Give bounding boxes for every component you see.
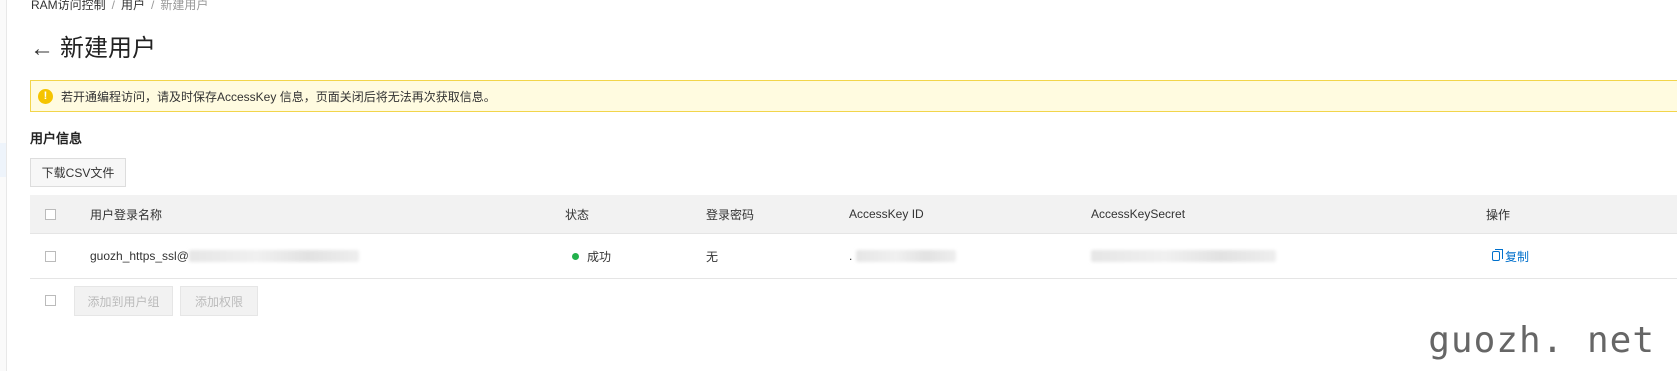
column-header-accesskey-id: AccessKey ID [849,207,924,221]
status-text: 成功 [587,249,612,264]
accesskey-id-text: . [849,249,853,263]
page-header: ← 新建用户 [30,33,156,65]
arrow-left-icon[interactable]: ← [30,33,54,65]
redacted-accesskey-id [856,250,957,262]
batch-actions-bar: 添加到用户组 添加权限 [30,286,430,316]
column-header-password: 登录密码 [706,207,755,222]
warning-icon: ! [38,88,53,104]
row-select-cell [45,234,56,278]
column-header-login-name: 用户登录名称 [90,207,163,222]
accesskey-id-cell: . [849,234,957,278]
breadcrumb-root-link[interactable]: RAM访问控制 [31,0,106,12]
batch-select-checkbox[interactable] [45,295,56,306]
add-to-group-button[interactable]: 添加到用户组 [74,286,173,316]
warning-notice: ! 若开通编程访问，请及时保存AccessKey 信息，页面关闭后将无法再次获取… [30,80,1677,112]
action-cell: 复制 [1492,234,1529,278]
redacted-login-suffix [188,250,359,262]
breadcrumb-separator: / [151,0,155,12]
breadcrumb-current: 新建用户 [160,0,209,12]
side-nav-selected-item[interactable] [0,143,6,177]
column-header-accesskey-secret: AccessKeySecret [1091,207,1186,221]
copy-button[interactable]: 复制 [1492,248,1529,265]
side-nav-strip [0,0,7,371]
breadcrumb-separator: / [111,0,116,12]
password-cell: 无 [706,249,719,264]
login-name-cell: guozh_https_ssl@ [90,234,359,278]
copy-label: 复制 [1505,249,1530,264]
column-header-status: 状态 [565,207,590,222]
login-name-text: guozh_https_ssl@ [90,249,189,263]
redacted-accesskey-secret [1091,250,1276,262]
breadcrumb: RAM访问控制 / 用户 / 新建用户 [31,0,208,13]
section-title: 用户信息 [30,131,83,146]
download-csv-button[interactable]: 下载CSV文件 [30,158,126,187]
page-title: 新建用户 [60,35,156,62]
breadcrumb-parent-link[interactable]: 用户 [121,0,145,12]
accesskey-secret-cell [1091,234,1276,278]
status-success-dot-icon [572,252,579,260]
select-all-cell [45,195,56,233]
table-header: 用户登录名称 状态 登录密码 AccessKey ID AccessKeySec… [30,195,1677,234]
column-header-action: 操作 [1486,207,1511,222]
add-permission-button[interactable]: 添加权限 [180,286,258,316]
copy-icon [1492,249,1503,261]
select-all-checkbox[interactable] [45,208,56,220]
watermark: guozh. net [1416,317,1667,365]
row-checkbox[interactable] [45,250,56,262]
notice-text: 若开通编程访问，请及时保存AccessKey 信息，页面关闭后将无法再次获取信息… [61,89,496,104]
status-cell: 成功 [572,234,611,278]
table-row: guozh_https_ssl@ 成功 无 . 复制 [30,234,1677,279]
